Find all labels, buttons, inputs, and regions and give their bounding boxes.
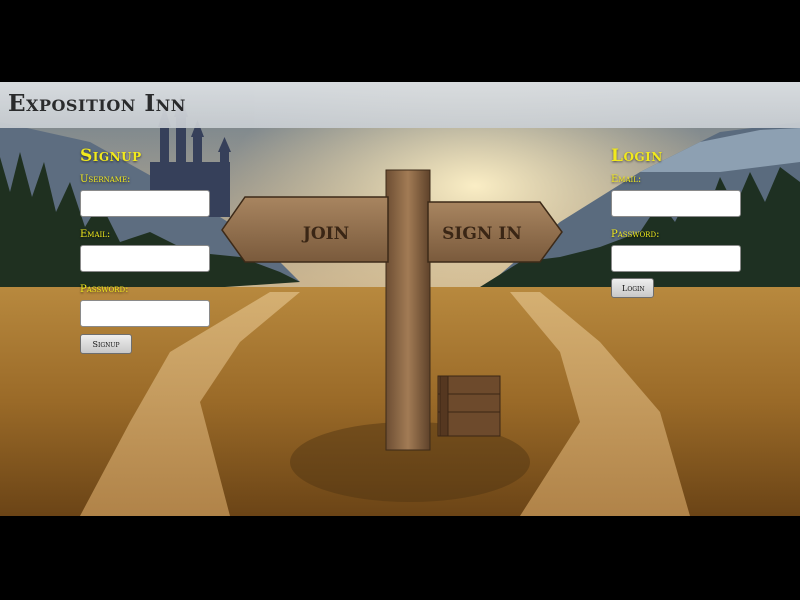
signup-email-label: Email: (80, 229, 111, 240)
site-title: Exposition Inn (8, 90, 186, 117)
signup-email-input[interactable] (80, 245, 210, 272)
signpost-pole (385, 169, 431, 451)
login-button[interactable]: Login (611, 278, 654, 298)
login-title: Login (611, 146, 663, 166)
sign-text-join: JOIN (301, 224, 349, 244)
login-form: Login Email: Password: Login (611, 146, 741, 298)
signup-password-label: Password: (80, 284, 129, 295)
username-label: Username: (80, 174, 131, 185)
signup-username-input[interactable] (80, 190, 210, 217)
signup-form: Signup Username: Email: Password: Signup (80, 146, 210, 354)
signup-button[interactable]: Signup (80, 334, 132, 354)
login-email-label: Email: (611, 174, 642, 185)
sign-text-sign-in: SIGN IN (442, 224, 522, 244)
site-header: Exposition Inn (0, 82, 800, 128)
login-email-input[interactable] (611, 190, 741, 217)
login-password-label: Password: (611, 229, 660, 240)
wooden-crate (437, 375, 501, 437)
page-stage: JOIN SIGN IN Exposition Inn Signup Usern… (0, 82, 800, 516)
signup-password-input[interactable] (80, 300, 210, 327)
signup-title: Signup (80, 146, 142, 166)
login-password-input[interactable] (611, 245, 741, 272)
